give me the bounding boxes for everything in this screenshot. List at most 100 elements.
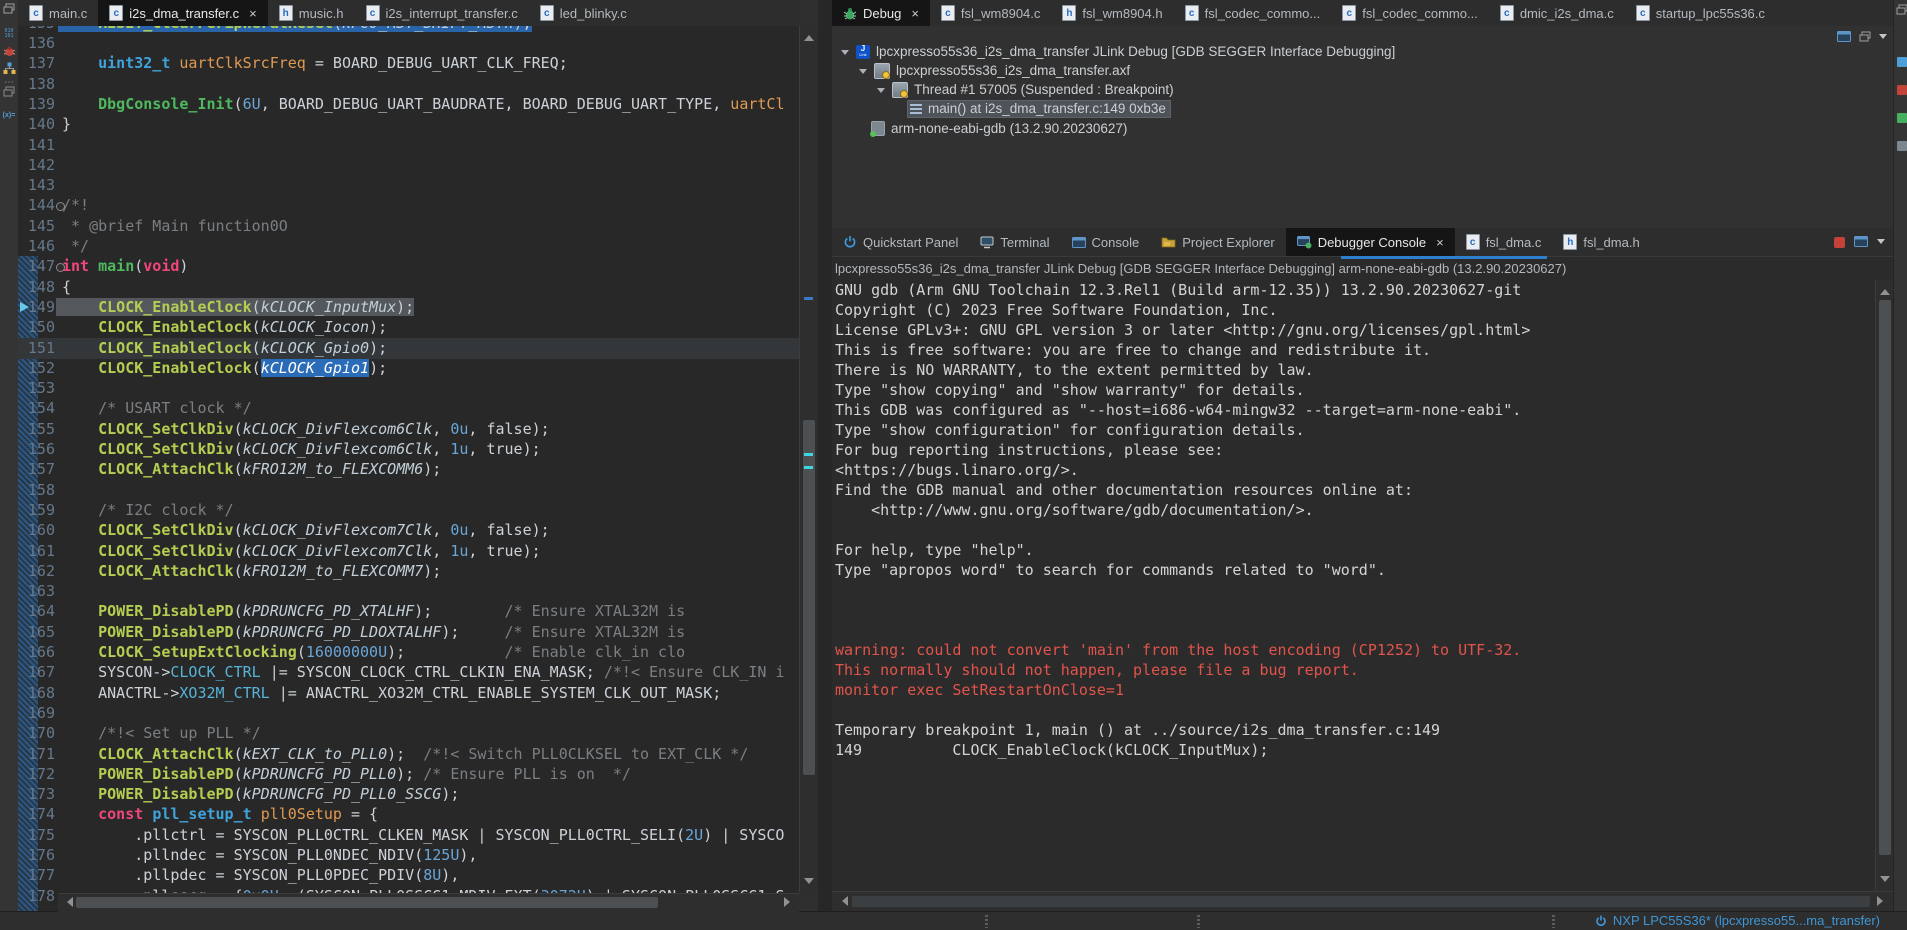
tab-fsl-codec-commo[interactable]: c fsl_codec_commo... bbox=[1174, 0, 1332, 26]
tab-fsl-dma-c[interactable]: c fsl_dma.c bbox=[1455, 228, 1553, 256]
scroll-right-icon[interactable] bbox=[1877, 896, 1888, 906]
line-number[interactable]: 157 bbox=[18, 459, 55, 479]
line-number[interactable]: 138 bbox=[18, 74, 55, 94]
tab-i2s-interrupt-transfer-c[interactable]: c i2s_interrupt_transfer.c bbox=[355, 0, 529, 26]
editor-horizontal-scrollbar[interactable] bbox=[58, 893, 799, 912]
line-number[interactable]: 171 bbox=[18, 744, 55, 764]
scroll-left-icon[interactable] bbox=[837, 896, 848, 906]
console-hscroll-thumb[interactable] bbox=[852, 896, 1870, 907]
line-number[interactable]: 155 bbox=[18, 419, 55, 439]
editor-hscroll-thumb[interactable] bbox=[76, 897, 658, 908]
tab-fsl-codec-commo[interactable]: c fsl_codec_commo... bbox=[1331, 0, 1489, 26]
line-number[interactable]: 152 bbox=[18, 358, 55, 378]
line-number[interactable]: 174 bbox=[18, 804, 55, 824]
line-number[interactable]: 145 bbox=[18, 216, 55, 236]
tab-fsl-wm8904-c[interactable]: c fsl_wm8904.c bbox=[930, 0, 1051, 26]
line-number[interactable]: 150 bbox=[18, 317, 55, 337]
line-number[interactable]: 159 bbox=[18, 500, 55, 520]
tab-music-h[interactable]: h music.h bbox=[268, 0, 355, 26]
line-number[interactable]: 148 bbox=[18, 277, 55, 297]
tab-i2s-dma-transfer-c[interactable]: c i2s_dma_transfer.c × bbox=[98, 0, 268, 26]
restore-view-button[interactable] bbox=[1895, 3, 1907, 17]
line-number[interactable]: 161 bbox=[18, 541, 55, 561]
tab-fsl-wm8904-h[interactable]: h fsl_wm8904.h bbox=[1051, 0, 1173, 26]
line-number[interactable]: 165 bbox=[18, 622, 55, 642]
line-number[interactable]: 164 bbox=[18, 601, 55, 621]
line-number[interactable]: 176 bbox=[18, 845, 55, 865]
tab-startup-lpc55s36-c[interactable]: c startup_lpc55s36.c bbox=[1625, 0, 1776, 26]
line-number[interactable]: 160 bbox=[18, 520, 55, 540]
line-number[interactable]: 154 bbox=[18, 398, 55, 418]
console-mini-button[interactable] bbox=[1895, 55, 1907, 69]
debug-tree-row[interactable]: Thread #1 57005 (Suspended : Breakpoint) bbox=[836, 80, 1889, 99]
line-number[interactable]: 153 bbox=[18, 378, 55, 398]
line-number[interactable]: 140 bbox=[18, 114, 55, 134]
editor-vertical-scrollbar[interactable] bbox=[799, 26, 818, 893]
variables-view-button[interactable]: (x)= bbox=[2, 108, 16, 122]
line-number[interactable]: 147 bbox=[18, 256, 55, 276]
chevron-down-icon[interactable] bbox=[877, 87, 885, 97]
ruler-mark-cyan[interactable] bbox=[804, 453, 813, 456]
chevron-down-icon[interactable] bbox=[841, 49, 849, 59]
panel-sash[interactable] bbox=[818, 0, 832, 911]
ruler-mark-blue[interactable] bbox=[804, 297, 813, 300]
tab-terminal[interactable]: Terminal bbox=[969, 228, 1060, 256]
tab-project-explorer[interactable]: Project Explorer bbox=[1150, 228, 1285, 256]
line-number[interactable]: 172 bbox=[18, 764, 55, 784]
line-number[interactable]: 141 bbox=[18, 135, 55, 155]
scroll-down-icon[interactable] bbox=[804, 878, 814, 889]
console-vertical-scrollbar[interactable] bbox=[1875, 280, 1894, 891]
tab-debug[interactable]: Debug × bbox=[832, 0, 930, 26]
debugger-console-output[interactable]: GNU gdb (Arm GNU Toolchain 12.3.Rel1 (Bu… bbox=[832, 280, 1875, 891]
line-number[interactable]: 178 bbox=[18, 886, 55, 906]
line-number[interactable]: 156 bbox=[18, 439, 55, 459]
binary-trace-button[interactable]: 010 101 bbox=[2, 27, 16, 41]
scroll-right-icon[interactable] bbox=[784, 897, 795, 907]
line-number[interactable]: 136 bbox=[18, 33, 55, 53]
debug-tree-row[interactable]: J Link lpcxpresso55s36_i2s_dma_transfer JL… bbox=[836, 42, 1889, 61]
line-number[interactable]: 137 bbox=[18, 53, 55, 73]
restore-view-2-button[interactable] bbox=[2, 85, 16, 99]
line-number[interactable]: 146 bbox=[18, 236, 55, 256]
tab-dmic-i2s-dma-c[interactable]: c dmic_i2s_dma.c bbox=[1489, 0, 1625, 26]
restore-view-button[interactable] bbox=[2, 2, 16, 16]
line-number[interactable]: 169 bbox=[18, 703, 55, 723]
tab-led-blinky-c[interactable]: c led_blinky.c bbox=[529, 0, 638, 26]
line-number[interactable]: 173 bbox=[18, 784, 55, 804]
tab-quickstart-panel[interactable]: Quickstart Panel bbox=[832, 228, 969, 256]
statusbar-grip[interactable] bbox=[1552, 915, 1555, 928]
debug-tree-row[interactable]: arm-none-eabi-gdb (13.2.90.20230627) bbox=[836, 119, 1889, 138]
close-icon[interactable]: × bbox=[911, 7, 919, 20]
editor-vscroll-thumb[interactable] bbox=[803, 420, 815, 775]
debug-tree-row[interactable]: main() at i2s_dma_transfer.c:149 0xb3e bbox=[836, 100, 1889, 119]
close-icon[interactable]: × bbox=[1436, 236, 1444, 249]
memory-mini-button[interactable] bbox=[1895, 111, 1907, 125]
breakpoints-view-button[interactable] bbox=[2, 44, 16, 58]
debug-tree-row[interactable]: lpcxpresso55s36_i2s_dma_transfer.axf bbox=[836, 61, 1889, 80]
line-number[interactable]: 166 bbox=[18, 642, 55, 662]
statusbar-grip[interactable] bbox=[1197, 915, 1200, 928]
console-horizontal-scrollbar[interactable] bbox=[832, 891, 1893, 912]
line-number[interactable]: 162 bbox=[18, 561, 55, 581]
scroll-down-icon[interactable] bbox=[1880, 876, 1890, 887]
console-vscroll-thumb[interactable] bbox=[1879, 300, 1891, 855]
tab-fsl-dma-h[interactable]: h fsl_dma.h bbox=[1552, 228, 1650, 256]
code-editor[interactable]: 135 RESET_ClearPeripheralReset(kFC0_RST_… bbox=[18, 26, 799, 911]
scroll-left-icon[interactable] bbox=[62, 897, 73, 907]
scroll-up-icon[interactable] bbox=[804, 30, 814, 41]
line-number[interactable]: 163 bbox=[18, 581, 55, 601]
line-number[interactable]: 135 bbox=[18, 26, 55, 33]
line-number[interactable]: 158 bbox=[18, 480, 55, 500]
tab-debugger-console[interactable]: Debugger Console × bbox=[1285, 228, 1455, 256]
line-number[interactable]: 175 bbox=[18, 825, 55, 845]
scroll-up-icon[interactable] bbox=[1880, 284, 1890, 295]
chevron-down-icon[interactable] bbox=[859, 68, 867, 78]
statusbar-grip[interactable] bbox=[985, 915, 988, 928]
bug-mini-button[interactable] bbox=[1895, 83, 1907, 97]
line-number[interactable]: 142 bbox=[18, 155, 55, 175]
line-number[interactable]: 144 bbox=[18, 195, 55, 215]
debug-target-status[interactable]: NXP LPC55S36* (lpcxpresso55...ma_transfe… bbox=[1595, 913, 1880, 928]
line-number[interactable]: 167 bbox=[18, 662, 55, 682]
line-number[interactable]: 177 bbox=[18, 865, 55, 885]
peripherals-view-button[interactable] bbox=[2, 61, 16, 75]
